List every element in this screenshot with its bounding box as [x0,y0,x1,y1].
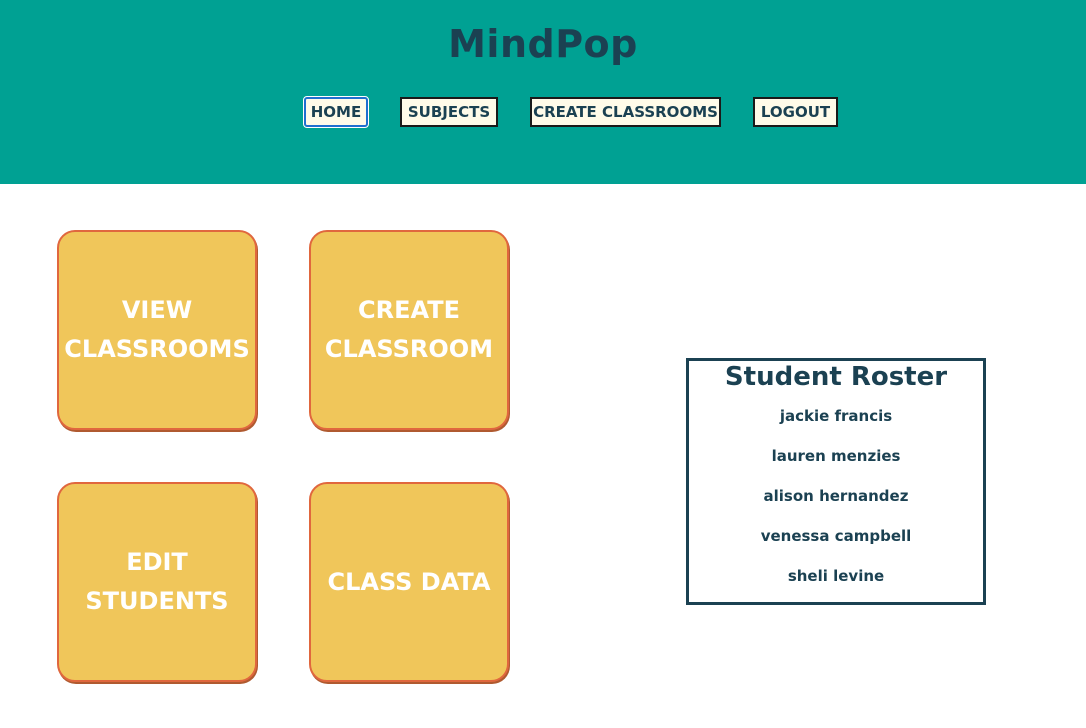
create-classroom-tile[interactable]: CREATE CLASSROOM [309,230,509,430]
header-bar: MindPop HOME SUBJECTS CREATE CLASSROOMS … [0,0,1086,184]
roster-student: venessa campbell [760,527,912,545]
nav-home-button[interactable]: HOME [303,96,369,128]
nav-create-classrooms-button[interactable]: CREATE CLASSROOMS [530,97,721,127]
nav-subjects-button[interactable]: SUBJECTS [400,97,498,127]
app-title: MindPop [448,22,638,66]
roster-student: lauren menzies [771,447,901,465]
edit-students-tile[interactable]: EDIT STUDENTS [57,482,257,682]
student-roster-panel: Student Roster jackie francis lauren men… [686,358,986,605]
roster-student: alison hernandez [763,487,909,505]
nav-logout-button[interactable]: LOGOUT [753,97,838,127]
view-classrooms-tile[interactable]: VIEW CLASSROOMS [57,230,257,430]
roster-student: jackie francis [779,407,893,425]
roster-student: sheli levine [787,567,885,585]
class-data-tile[interactable]: CLASS DATA [309,482,509,682]
roster-title: Student Roster [724,362,948,392]
